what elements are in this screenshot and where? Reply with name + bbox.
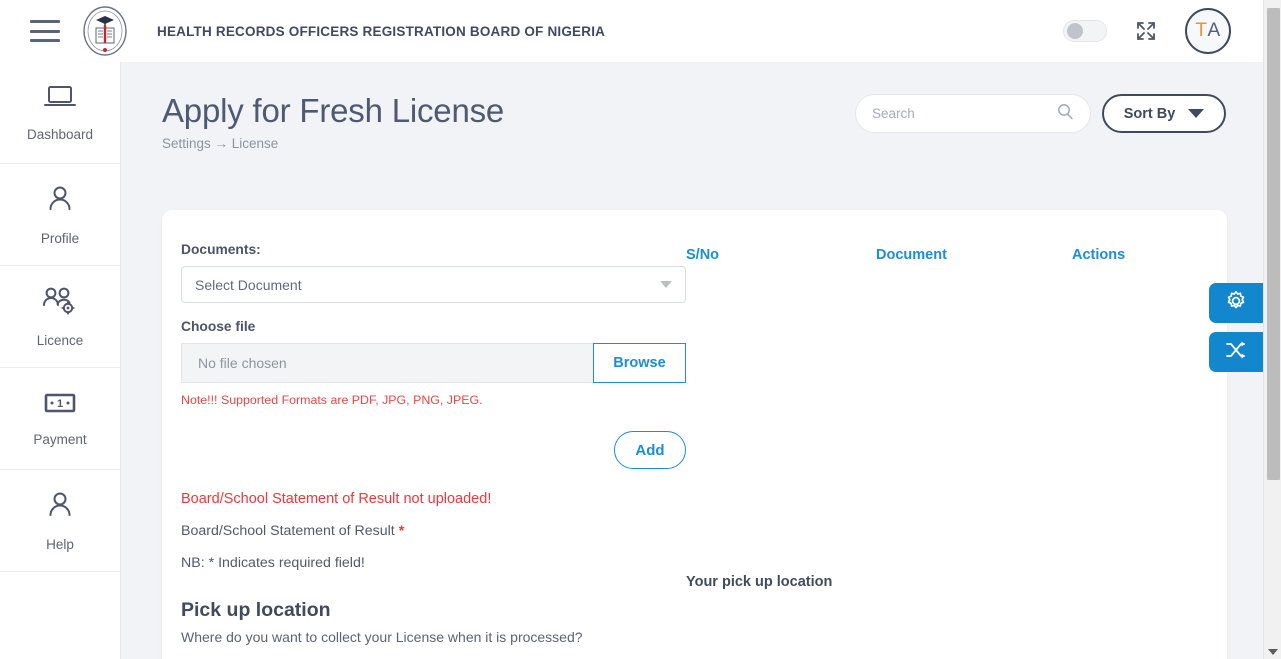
expand-arrows-icon[interactable] xyxy=(1135,20,1157,42)
sidebar-item-help[interactable]: Help xyxy=(0,470,120,572)
app-root: HEALTH RECORDS OFFICERS REGISTRATION BOA… xyxy=(0,0,1281,659)
table-column-actions: Actions xyxy=(1072,247,1126,263)
choose-file-label: Choose file xyxy=(181,319,256,334)
nb-line: NB: * Indicates required field! xyxy=(181,555,686,571)
table-column-document: Document xyxy=(876,247,947,263)
sort-by-label: Sort By xyxy=(1123,105,1176,122)
laptop-icon xyxy=(43,84,77,115)
gear-icon xyxy=(1225,290,1247,317)
board-seal-logo xyxy=(81,6,129,56)
banknote-icon: 1 xyxy=(42,391,78,420)
format-note: Note!!! Supported Formats are PDF, JPG, … xyxy=(181,393,483,407)
toggle-knob xyxy=(1067,23,1083,39)
theme-toggle[interactable] xyxy=(1063,20,1107,42)
settings-tab[interactable] xyxy=(1209,283,1263,323)
file-name-display: No file chosen xyxy=(181,343,593,383)
error-message: Board/School Statement of Result not upl… xyxy=(181,491,492,507)
table-column-sno: S/No xyxy=(686,247,720,263)
top-header: HEALTH RECORDS OFFICERS REGISTRATION BOA… xyxy=(0,0,1263,62)
search-input[interactable] xyxy=(872,106,1057,121)
user-icon xyxy=(45,490,75,525)
sidebar-item-label: Dashboard xyxy=(26,126,94,142)
hamburger-bar xyxy=(30,29,60,33)
shuffle-icon xyxy=(1225,339,1247,366)
sort-by-button[interactable]: Sort By xyxy=(1102,94,1226,133)
scrollbar-thumb[interactable] xyxy=(1267,8,1280,480)
sidebar-item-payment[interactable]: 1 Payment xyxy=(0,368,120,470)
brand-title: HEALTH RECORDS OFFICERS REGISTRATION BOA… xyxy=(157,23,606,39)
sidebar-item-label: Licence xyxy=(36,332,84,348)
header-controls: Sort By xyxy=(855,94,1226,133)
avatar-initial-1: T xyxy=(1195,20,1208,41)
sidebar-item-label: Help xyxy=(46,536,74,552)
file-input-row: No file chosen Browse xyxy=(181,343,686,383)
hamburger-icon[interactable] xyxy=(30,20,60,42)
documents-table-column: S/No Document Actions Your pick up locat… xyxy=(686,242,1232,659)
search-box[interactable] xyxy=(855,94,1091,133)
select-document-dropdown[interactable]: Select Document xyxy=(181,266,686,303)
required-star: * xyxy=(398,523,405,539)
floating-tabs xyxy=(1209,283,1263,372)
scroll-down-arrow-icon[interactable] xyxy=(1268,649,1278,655)
chevron-down-icon xyxy=(660,281,672,288)
users-gear-icon xyxy=(42,286,78,321)
select-document-value: Select Document xyxy=(195,276,302,293)
sidebar-item-profile[interactable]: Profile xyxy=(0,164,120,266)
avatar[interactable]: TA xyxy=(1185,8,1231,54)
documents-table-header: S/No Document Actions xyxy=(686,247,1232,263)
shuffle-tab[interactable] xyxy=(1209,332,1263,372)
form-left-column: Documents: Select Document Choose file N… xyxy=(162,242,686,659)
page-scrollbar[interactable] xyxy=(1263,0,1281,659)
nb-text: Indicates required field! xyxy=(218,555,365,571)
main-content: Apply for Fresh License Settings → Licen… xyxy=(121,62,1263,659)
chevron-down-icon xyxy=(1188,109,1205,118)
user-icon xyxy=(45,184,75,219)
page-header: Apply for Fresh License Settings → Licen… xyxy=(121,62,1263,151)
avatar-initial-2: A xyxy=(1207,20,1221,41)
required-document-label: Board/School Statement of Result xyxy=(181,523,395,539)
hamburger-bar xyxy=(30,20,60,23)
license-form-card: Documents: Select Document Choose file N… xyxy=(162,210,1227,659)
sidebar-item-label: Profile xyxy=(40,230,80,246)
pickup-subtitle: Where do you want to collect your Licens… xyxy=(181,629,583,645)
browse-button[interactable]: Browse xyxy=(593,343,686,383)
add-button[interactable]: Add xyxy=(614,431,686,469)
add-button-row: Add xyxy=(181,431,686,469)
hamburger-bar xyxy=(30,39,60,42)
card-inner: Documents: Select Document Choose file N… xyxy=(162,210,1227,659)
sidebar: Dashboard Profile Licence 1 Payment Help xyxy=(0,62,121,659)
pickup-heading: Pick up location xyxy=(181,599,331,621)
svg-text:1: 1 xyxy=(57,398,63,410)
breadcrumb: Settings → License xyxy=(162,136,279,151)
sidebar-item-dashboard[interactable]: Dashboard xyxy=(0,62,120,164)
header-actions: TA xyxy=(1063,8,1263,54)
nb-prefix: NB: xyxy=(181,555,205,571)
documents-label: Documents: xyxy=(181,242,261,257)
required-document-line: Board/School Statement of Result * xyxy=(181,523,686,539)
sidebar-item-licence[interactable]: Licence xyxy=(0,266,120,368)
sidebar-item-label: Payment xyxy=(33,431,87,447)
search-icon[interactable] xyxy=(1057,103,1074,125)
your-pickup-heading: Your pick up location xyxy=(686,574,833,590)
required-star: * xyxy=(208,555,215,571)
